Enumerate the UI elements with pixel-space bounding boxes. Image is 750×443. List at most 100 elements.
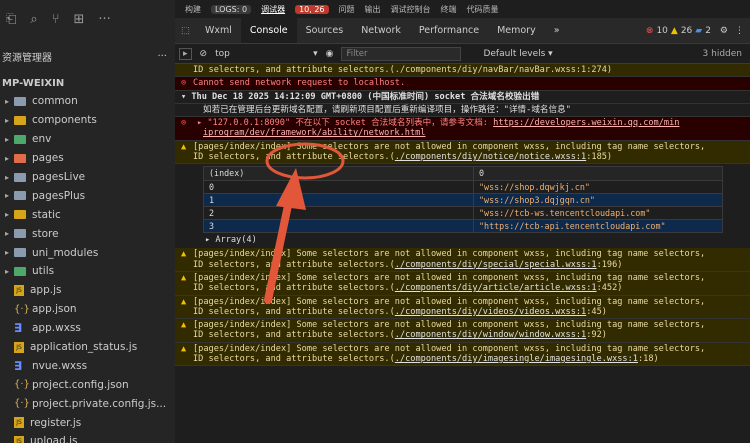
extensions-icon[interactable]: ⊞ [74, 12, 85, 27]
sidebar-toggle-icon[interactable]: ▸ [179, 47, 192, 60]
sidebar-item-static[interactable]: ▸ static [0, 205, 175, 224]
source-control-icon[interactable]: ⑂ [52, 12, 60, 27]
folder-icon [14, 229, 26, 239]
filter-input[interactable]: Filter [341, 46, 462, 61]
output-tab[interactable]: 输出 [365, 4, 381, 15]
sidebar-item-utils[interactable]: ▸ utils [0, 262, 175, 281]
clear-console-icon[interactable]: ⊘ [200, 49, 208, 59]
issue-counts[interactable]: ⊗ 10 ▲ 26 ▰ 2 ⚙ ⋮ [646, 26, 750, 36]
warning-icon: ▲ [181, 272, 187, 283]
settings-gear-icon[interactable]: ⚙ [720, 26, 728, 36]
chevron-right-icon: ▸ [4, 96, 9, 106]
chevron-right-icon: ▸ [4, 191, 9, 201]
terminal-tab[interactable]: 终端 [441, 4, 457, 15]
chevron-right-icon: ▸ [4, 153, 9, 163]
sidebar-item-common[interactable]: ▸ common [0, 92, 175, 111]
sidebar-item-project-private-config-js-[interactable]: {·} project.private.config.js... [0, 394, 175, 413]
table-header-row: (index) 0 [203, 166, 723, 181]
console-warning: ▲ [pages/index/index] Some selectors are … [175, 271, 750, 296]
sidebar-item-register-js[interactable]: JS register.js [0, 413, 175, 432]
sidebar-item-pagesplus[interactable]: ▸ pagesPlus [0, 186, 175, 205]
chevron-right-icon: ▸ [4, 115, 9, 125]
console-group-header[interactable]: ▾ Thu Dec 18 2025 14:12:09 GMT+0800 (中国标… [175, 91, 750, 104]
sidebar-item-project-config-json[interactable]: {·} project.config.json [0, 375, 175, 394]
tab-network[interactable]: Network [352, 18, 410, 43]
folder-icon [14, 96, 26, 106]
console-filter-bar: ▸ ⊘ top ▾ ◉ Filter Default levels ▾ 3 hi… [175, 44, 750, 64]
log-levels-select[interactable]: Default levels ▾ [483, 49, 552, 59]
tab-performance[interactable]: Performance [410, 18, 488, 43]
warning-icon: ▲ [181, 249, 187, 260]
table-row: 2 "wss://tcb-ws.tencentcloudapi.com" [203, 205, 723, 221]
tab-wxml[interactable]: Wxml [196, 18, 241, 43]
problems-tab[interactable]: 问题 [339, 4, 355, 15]
sidebar-item-app-wxss[interactable]: ∃ app.wxss [0, 319, 175, 338]
folder-icon [14, 210, 26, 220]
more-icon[interactable]: ··· [98, 12, 110, 27]
sidebar-item-application-status-js[interactable]: JS application_status.js [0, 338, 175, 357]
chevron-right-icon: ▸ [4, 266, 9, 276]
error-icon: ⊗ [181, 118, 187, 129]
warning-count: 26 [680, 25, 693, 36]
table-header-0[interactable]: 0 [473, 166, 723, 181]
sidebar-item-app-json[interactable]: {·} app.json [0, 300, 175, 319]
folder-icon [14, 172, 26, 182]
source-link[interactable]: ./components/diy/window/window.wxss:1 [395, 330, 586, 340]
tab-memory[interactable]: Memory [488, 18, 545, 43]
folder-icon [14, 266, 26, 276]
sidebar-item-nvue-wxss[interactable]: ∃ nvue.wxss [0, 356, 175, 375]
context-dropdown-icon[interactable]: ▾ [313, 49, 318, 59]
console-warning: ▲ [pages/index/index] Some selectors are … [175, 342, 750, 367]
console-warning-tail: ID selectors, and attribute selectors.(.… [175, 64, 750, 78]
sidebar-item-pageslive[interactable]: ▸ pagesLive [0, 168, 175, 187]
live-expression-eye-icon[interactable]: ◉ [326, 49, 334, 59]
table-header-index[interactable]: (index) [203, 166, 474, 181]
inspect-icon[interactable]: ⬚ [175, 18, 196, 43]
sidebar-item-env[interactable]: ▸ env [0, 130, 175, 149]
search-icon[interactable]: ⌕ [30, 12, 37, 27]
project-root[interactable]: MP-WEIXIN [0, 74, 175, 92]
group-chevron-icon[interactable]: ▾ [181, 92, 191, 102]
source-link[interactable]: ./components/diy/videos/videos.wxss:1 [395, 307, 586, 317]
logs-badge[interactable]: LOGS: 0 [211, 4, 252, 14]
doc-link-cont[interactable]: iprogram/dev/framework/ability/network.h… [203, 128, 425, 138]
sidebar-item-store[interactable]: ▸ store [0, 224, 175, 243]
console-warning: ▲ [pages/index/index] Some selectors are … [175, 319, 750, 343]
sidebar-item-label: nvue.wxss [32, 359, 88, 372]
chevron-right-icon: ▸ [4, 248, 9, 258]
sidebar-item-components[interactable]: ▸ components [0, 111, 175, 130]
explorer-more-button[interactable]: ··· [157, 51, 167, 62]
debug-console-tab[interactable]: 调试控制台 [391, 4, 431, 15]
doc-link[interactable]: https://developers.weixin.qq.com/min [493, 118, 679, 128]
tab-console[interactable]: Console [240, 18, 297, 43]
sidebar-item-label: upload.js [30, 435, 78, 443]
source-link[interactable]: ./components/diy/imagesingle/imagesingle… [395, 354, 638, 364]
sidebar-item-upload-js[interactable]: JS upload.js [0, 432, 175, 443]
sidebar-item-label: pagesPlus [32, 189, 86, 202]
sidebar-item-label: components [32, 114, 97, 127]
console-group-info: 如若已在管理后台更新域名配置，请刷新项目配置后重新编译项目，操作路径："详情-域… [175, 104, 750, 118]
sidebar-item-app-js[interactable]: JS app.js [0, 281, 175, 300]
sidebar-item-uni-modules[interactable]: ▸ uni_modules [0, 243, 175, 262]
source-link[interactable]: ./components/diy/notice/notice.wxss:1 [395, 152, 586, 162]
code-quality-tab[interactable]: 代码质量 [467, 4, 499, 15]
more-tabs-button[interactable]: » [545, 18, 569, 43]
table-row: 3 "https://tcb-api.tencentcloudapi.com" [203, 219, 723, 234]
build-tab[interactable]: 构建 [185, 4, 201, 15]
sidebar-item-label: project.private.config.js... [32, 397, 167, 410]
expand-chevron-icon[interactable]: ▸ [197, 118, 207, 128]
array-expander[interactable]: ▸ Array(4) [175, 235, 750, 248]
source-link[interactable]: ./components/diy/special/special.wxss:1 [395, 260, 597, 270]
source-link[interactable]: ./components/diy/article/article.wxss:1 [395, 283, 597, 293]
warning-icon: ▲ [181, 296, 187, 307]
kebab-menu-icon[interactable]: ⋮ [735, 26, 744, 36]
debugger-tab[interactable]: 调试器 [261, 4, 285, 15]
wxss-file-icon: ∃ [14, 358, 23, 373]
files-icon[interactable]: ⎗ [6, 12, 16, 27]
console-warning: ▲ [pages/index/index] Some selectors are … [175, 248, 750, 272]
sidebar-item-pages[interactable]: ▸ pages [0, 149, 175, 168]
json-file-icon: {·} [14, 303, 30, 315]
context-select[interactable]: top [215, 49, 305, 59]
error-icon: ⊗ [181, 78, 187, 89]
tab-sources[interactable]: Sources [297, 18, 353, 43]
